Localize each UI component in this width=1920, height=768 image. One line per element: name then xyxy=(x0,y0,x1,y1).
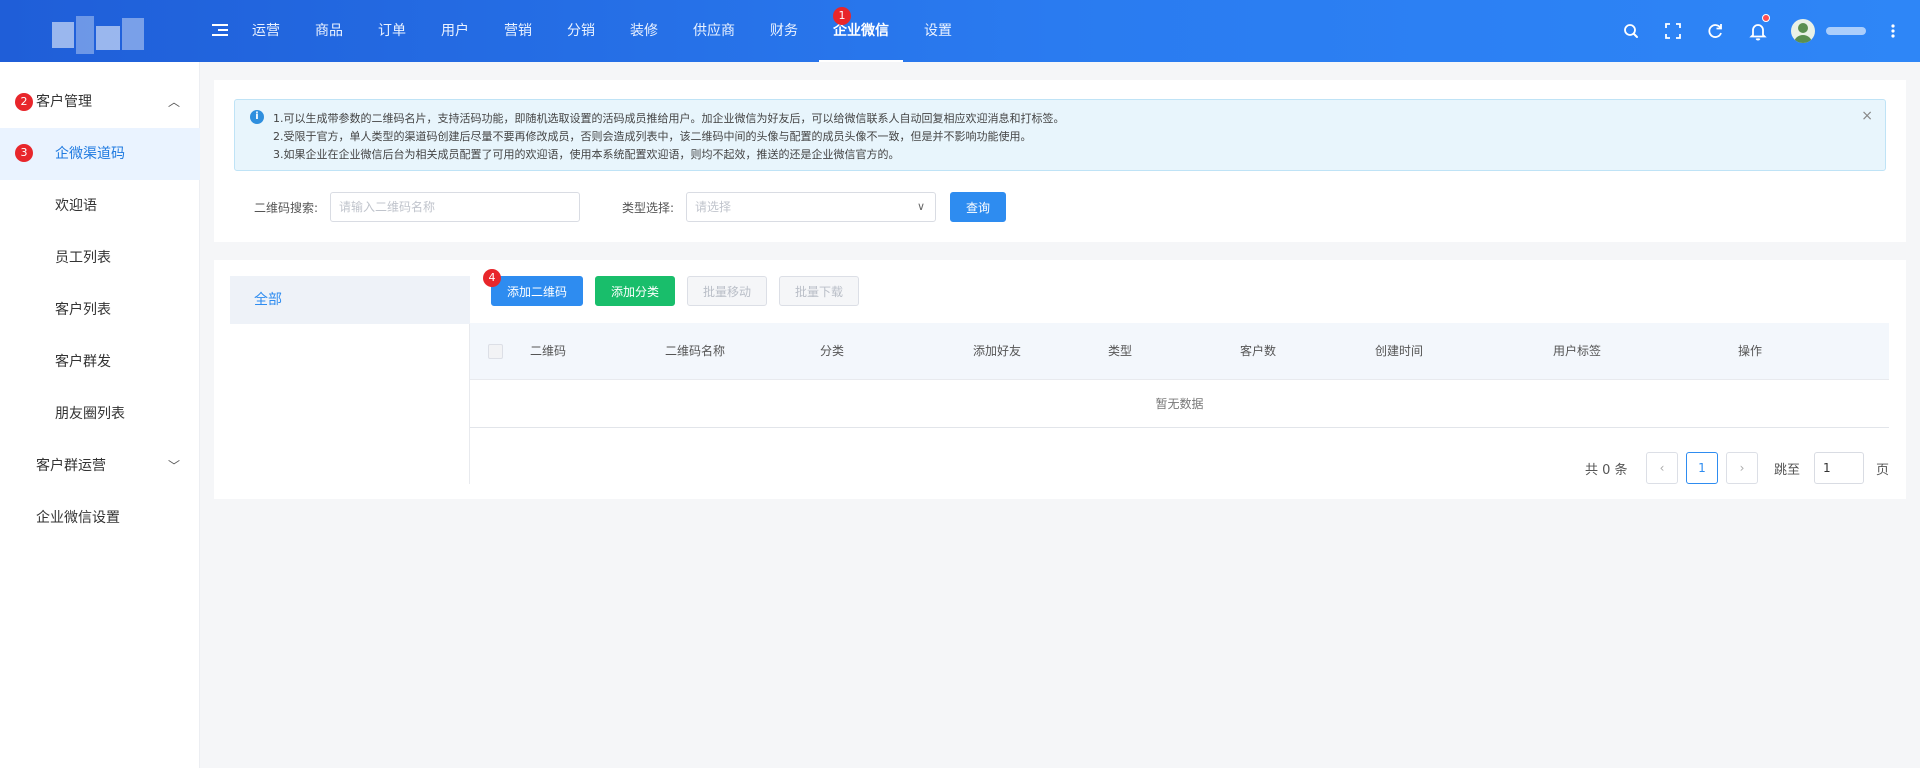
step-badge-2: 2 xyxy=(15,93,33,111)
nav-item-settings[interactable]: 设置 xyxy=(910,0,966,62)
nav-item-wecom[interactable]: 企业微信 xyxy=(819,0,903,62)
batch-download-button[interactable]: 批量下载 xyxy=(779,276,859,306)
notice-line-2: 2.受限于官方，单人类型的渠道码创建后尽量不要再修改成员，否则会造成列表中，该二… xyxy=(273,130,1032,143)
sidebar-item-label: 员工列表 xyxy=(55,250,111,266)
nav-item-decoration[interactable]: 装修 xyxy=(616,0,672,62)
select-all-checkbox[interactable] xyxy=(488,344,503,359)
query-button[interactable]: 查询 xyxy=(950,192,1006,222)
page-suffix-label: 页 xyxy=(1876,463,1890,478)
chevron-down-icon: ∨ xyxy=(916,200,925,213)
sidebar-item-customer-broadcast[interactable]: 客户群发 xyxy=(0,336,200,388)
sidebar-item-label: 客户管理 xyxy=(36,94,92,110)
avatar[interactable] xyxy=(1791,19,1815,43)
sidebar: 客户管理 ︿ 企微渠道码 欢迎语 员工列表 客户列表 客户群发 朋友圈列表 客户… xyxy=(0,62,200,768)
sidebar-item-label: 客户列表 xyxy=(55,302,111,318)
empty-state: 暂无数据 xyxy=(470,381,1889,428)
sidebar-item-label: 朋友圈列表 xyxy=(55,406,125,422)
sidebar-item-label: 企微渠道码 xyxy=(55,146,125,162)
username-blurred xyxy=(1826,27,1866,35)
logo[interactable] xyxy=(46,14,150,56)
info-icon: i xyxy=(250,110,264,124)
nav-item-products[interactable]: 商品 xyxy=(301,0,357,62)
sidebar-item-moments-list[interactable]: 朋友圈列表 xyxy=(0,388,200,440)
chevron-up-icon: ︿ xyxy=(167,95,180,109)
jump-to-label: 跳至 xyxy=(1774,463,1801,478)
page-number-button[interactable]: 1 xyxy=(1686,452,1718,484)
nav-item-marketing[interactable]: 营销 xyxy=(490,0,546,62)
notice-alert: i 1.可以生成带参数的二维码名片，支持活码功能，即随机选取设置的活码成员推给用… xyxy=(234,99,1886,171)
main-nav: 运营 商品 订单 用户 营销 分销 装修 供应商 财务 企业微信 设置 xyxy=(238,0,973,62)
sidebar-item-label: 企业微信设置 xyxy=(36,510,120,526)
batch-move-button[interactable]: 批量移动 xyxy=(687,276,767,306)
column-header-type: 类型 xyxy=(1108,344,1133,358)
notification-dot xyxy=(1762,14,1770,22)
chevron-down-icon: ﹀ xyxy=(167,459,180,473)
jump-page-input[interactable]: 1 xyxy=(1814,452,1864,484)
nav-item-finance[interactable]: 财务 xyxy=(756,0,812,62)
pagination-total: 共 0 条 xyxy=(1585,463,1628,478)
column-header-customer-count: 客户数 xyxy=(1240,344,1277,358)
notice-line-3: 3.如果企业在企业微信后台为相关成员配置了可用的欢迎语，使用本系统配置欢迎语，则… xyxy=(273,148,900,161)
fullscreen-icon[interactable] xyxy=(1662,20,1684,42)
sidebar-item-label: 欢迎语 xyxy=(55,198,97,214)
bell-icon[interactable] xyxy=(1747,20,1769,42)
nav-item-users[interactable]: 用户 xyxy=(427,0,483,62)
sidebar-item-label: 客户群运营 xyxy=(36,458,106,474)
type-select-label: 类型选择: xyxy=(622,201,675,215)
menu-toggle-icon[interactable] xyxy=(212,22,228,38)
nav-item-operation[interactable]: 运营 xyxy=(238,0,294,62)
column-header-qr-name: 二维码名称 xyxy=(665,344,726,358)
refresh-icon[interactable] xyxy=(1704,20,1726,42)
step-badge-1: 1 xyxy=(833,7,851,25)
sidebar-group-customer-group-ops[interactable]: 客户群运营 ﹀ xyxy=(0,440,200,492)
more-icon[interactable] xyxy=(1887,20,1899,42)
category-item-all[interactable]: 全部 xyxy=(230,276,470,324)
sidebar-item-wecom-settings[interactable]: 企业微信设置 xyxy=(0,492,200,544)
sidebar-item-customer-list[interactable]: 客户列表 xyxy=(0,284,200,336)
top-navbar: 运营 商品 订单 用户 营销 分销 装修 供应商 财务 企业微信 设置 1 xyxy=(0,0,1920,62)
column-header-created-time: 创建时间 xyxy=(1375,344,1424,358)
add-qr-button[interactable]: 添加二维码 xyxy=(491,276,583,306)
column-header-add-friend: 添加好友 xyxy=(973,344,1022,358)
prev-page-button[interactable]: ‹ xyxy=(1646,452,1678,484)
add-category-button[interactable]: 添加分类 xyxy=(595,276,675,306)
type-select[interactable]: 请选择 ∨ xyxy=(686,192,936,222)
column-header-category: 分类 xyxy=(820,344,845,358)
column-header-actions: 操作 xyxy=(1738,344,1763,358)
nav-item-orders[interactable]: 订单 xyxy=(364,0,420,62)
step-badge-3: 3 xyxy=(15,144,33,162)
next-page-button[interactable]: › xyxy=(1726,452,1758,484)
search-icon[interactable] xyxy=(1620,20,1642,42)
qr-search-label: 二维码搜索: xyxy=(254,201,319,215)
nav-item-distribution[interactable]: 分销 xyxy=(553,0,609,62)
table-header: 二维码 二维码名称 分类 添加好友 类型 客户数 创建时间 用户标签 操作 xyxy=(470,323,1889,380)
nav-item-suppliers[interactable]: 供应商 xyxy=(679,0,749,62)
step-badge-4: 4 xyxy=(483,269,501,287)
category-column: 全部 xyxy=(230,276,470,484)
sidebar-item-staff-list[interactable]: 员工列表 xyxy=(0,232,200,284)
column-header-user-tags: 用户标签 xyxy=(1553,344,1602,358)
column-header-qr: 二维码 xyxy=(530,344,567,358)
sidebar-item-label: 客户群发 xyxy=(55,354,111,370)
type-select-placeholder: 请选择 xyxy=(695,200,732,214)
close-icon[interactable]: × xyxy=(1861,108,1873,124)
qr-search-input[interactable]: 请输入二维码名称 xyxy=(330,192,580,222)
sidebar-item-welcome-message[interactable]: 欢迎语 xyxy=(0,180,200,232)
notice-line-1: 1.可以生成带参数的二维码名片，支持活码功能，即随机选取设置的活码成员推给用户。… xyxy=(273,112,1065,125)
